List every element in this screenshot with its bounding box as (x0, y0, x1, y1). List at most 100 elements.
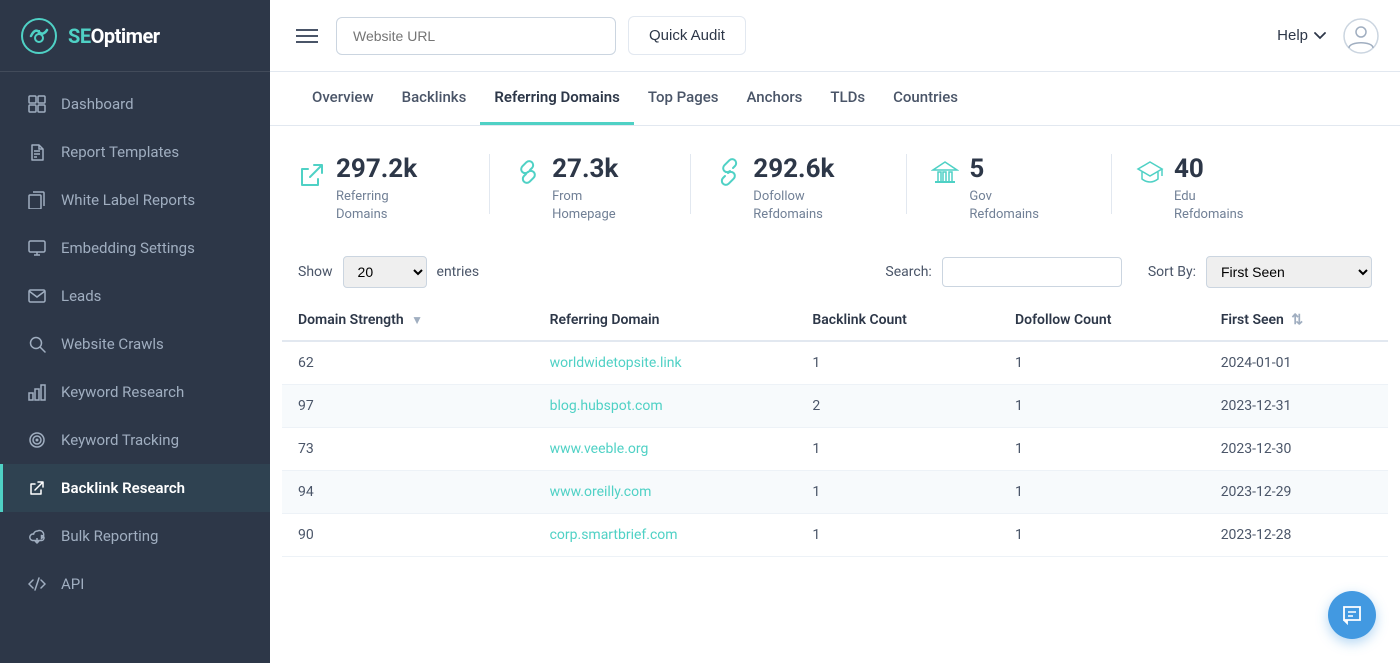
chat-button[interactable] (1328, 591, 1376, 639)
cell-dofollow-count: 1 (999, 385, 1205, 428)
table-row: 97 blog.hubspot.com 2 1 2023-12-31 (282, 385, 1388, 428)
show-label: Show (298, 264, 333, 280)
tab-overview[interactable]: Overview (298, 72, 388, 125)
quick-audit-button[interactable]: Quick Audit (628, 16, 746, 55)
nav-label: Website Crawls (61, 335, 164, 353)
sidebar-item-report-templates[interactable]: Report Templates (0, 128, 270, 176)
domain-link[interactable]: www.oreilly.com (550, 484, 652, 500)
cell-backlink-count: 1 (796, 341, 999, 385)
tab-top-pages[interactable]: Top Pages (634, 72, 733, 125)
cell-domain-strength: 73 (282, 428, 534, 471)
help-button[interactable]: Help (1277, 27, 1326, 44)
bar-chart-icon (27, 382, 47, 402)
stat-gov-refdomains: 5 GovRefdomains (931, 154, 1087, 224)
cell-first-seen: 2023-12-31 (1205, 385, 1388, 428)
tab-backlinks[interactable]: Backlinks (388, 72, 481, 125)
table-body: 62 worldwidetopsite.link 1 1 2024-01-01 … (282, 341, 1388, 557)
stat-divider (1111, 154, 1112, 214)
cell-backlink-count: 1 (796, 514, 999, 557)
cell-domain-strength: 97 (282, 385, 534, 428)
stat-divider (906, 154, 907, 214)
col-referring-domain: Referring Domain (534, 300, 797, 341)
cell-backlink-count: 2 (796, 385, 999, 428)
cell-dofollow-count: 1 (999, 514, 1205, 557)
cell-dofollow-count: 1 (999, 471, 1205, 514)
col-domain-strength[interactable]: Domain Strength ▼ (282, 300, 534, 341)
external-link-icon (27, 478, 47, 498)
nav-label: Embedding Settings (61, 239, 195, 257)
stats-row: 297.2k ReferringDomains 27.3k FromHomepa… (270, 126, 1400, 244)
cell-referring-domain: blog.hubspot.com (534, 385, 797, 428)
sidebar-item-embedding-settings[interactable]: Embedding Settings (0, 224, 270, 272)
sortby-select[interactable]: First Seen Domain Strength Backlink Coun… (1206, 256, 1372, 288)
sidebar-item-leads[interactable]: Leads (0, 272, 270, 320)
mail-icon (27, 286, 47, 306)
nav-label: Report Templates (61, 143, 179, 161)
copy-icon (27, 190, 47, 210)
domain-link[interactable]: blog.hubspot.com (550, 398, 663, 414)
sidebar-item-keyword-tracking[interactable]: Keyword Tracking (0, 416, 270, 464)
sidebar-item-website-crawls[interactable]: Website Crawls (0, 320, 270, 368)
col-backlink-count: Backlink Count (796, 300, 999, 341)
table-container: Domain Strength ▼ Referring Domain Backl… (270, 300, 1400, 577)
search-input[interactable] (942, 257, 1122, 287)
tab-anchors[interactable]: Anchors (732, 72, 816, 125)
entries-select[interactable]: 20 50 100 (343, 256, 427, 288)
table-header: Domain Strength ▼ Referring Domain Backl… (282, 300, 1388, 341)
main-content: Quick Audit Help Overview Backlinks (270, 0, 1400, 663)
cell-referring-domain: worldwidetopsite.link (534, 341, 797, 385)
sidebar-item-api[interactable]: API (0, 560, 270, 608)
nav-label: Backlink Research (61, 479, 185, 497)
stat-from-homepage: 27.3k FromHomepage (514, 154, 666, 224)
cell-dofollow-count: 1 (999, 341, 1205, 385)
stat-value: 297.2k (336, 154, 417, 184)
sidebar-nav: Dashboard Report Templates (0, 72, 270, 663)
stat-label: EduRefdomains (1174, 188, 1244, 224)
content-area: Overview Backlinks Referring Domains Top… (270, 72, 1400, 663)
cell-first-seen: 2023-12-28 (1205, 514, 1388, 557)
user-avatar-button[interactable] (1342, 17, 1380, 55)
code-icon (27, 574, 47, 594)
tab-countries[interactable]: Countries (879, 72, 972, 125)
nav-label: Leads (61, 287, 101, 305)
table-controls: Show 20 50 100 entries Search: Sort By: … (270, 244, 1400, 300)
domain-link[interactable]: worldwidetopsite.link (550, 355, 682, 371)
table-row: 62 worldwidetopsite.link 1 1 2024-01-01 (282, 341, 1388, 385)
entries-label: entries (437, 264, 480, 280)
cell-first-seen: 2024-01-01 (1205, 341, 1388, 385)
stat-edu-refdomains: 40 EduRefdomains (1136, 154, 1292, 224)
sidebar-logo: SEOptimer (0, 0, 270, 72)
cell-domain-strength: 90 (282, 514, 534, 557)
stat-value: 292.6k (753, 154, 834, 184)
col-first-seen[interactable]: First Seen ⇅ (1205, 300, 1388, 341)
sidebar-item-keyword-research[interactable]: Keyword Research (0, 368, 270, 416)
domain-link[interactable]: corp.smartbrief.com (550, 527, 678, 543)
link-stat-icon (514, 156, 542, 186)
stat-value: 27.3k (552, 154, 618, 184)
stat-label: ReferringDomains (336, 188, 417, 224)
topbar-right: Help (1277, 17, 1380, 55)
menu-button[interactable] (290, 22, 324, 50)
tab-referring-domains[interactable]: Referring Domains (480, 72, 634, 125)
tabs-bar: Overview Backlinks Referring Domains Top… (270, 72, 1400, 126)
tab-tlds[interactable]: TLDs (816, 72, 879, 125)
stat-dofollow-refdomains: 292.6k DofollowRefdomains (715, 154, 882, 224)
search-label: Search: (885, 264, 931, 280)
sidebar-item-backlink-research[interactable]: Backlink Research (0, 464, 270, 512)
monitor-icon (27, 238, 47, 258)
website-url-input[interactable] (336, 17, 616, 55)
table-row: 90 corp.smartbrief.com 1 1 2023-12-28 (282, 514, 1388, 557)
cell-dofollow-count: 1 (999, 428, 1205, 471)
sidebar-item-dashboard[interactable]: Dashboard (0, 80, 270, 128)
stat-label: GovRefdomains (969, 188, 1039, 224)
nav-label: API (61, 575, 84, 593)
sidebar-item-white-label-reports[interactable]: White Label Reports (0, 176, 270, 224)
sidebar-item-bulk-reporting[interactable]: Bulk Reporting (0, 512, 270, 560)
sortby-label: Sort By: (1148, 264, 1196, 280)
stat-value: 5 (969, 154, 1039, 184)
stat-label: FromHomepage (552, 188, 618, 224)
table-row: 94 www.oreilly.com 1 1 2023-12-29 (282, 471, 1388, 514)
sidebar: SEOptimer Dashboard (0, 0, 270, 663)
stat-referring-domains: 297.2k ReferringDomains (298, 154, 465, 224)
domain-link[interactable]: www.veeble.org (550, 441, 649, 457)
